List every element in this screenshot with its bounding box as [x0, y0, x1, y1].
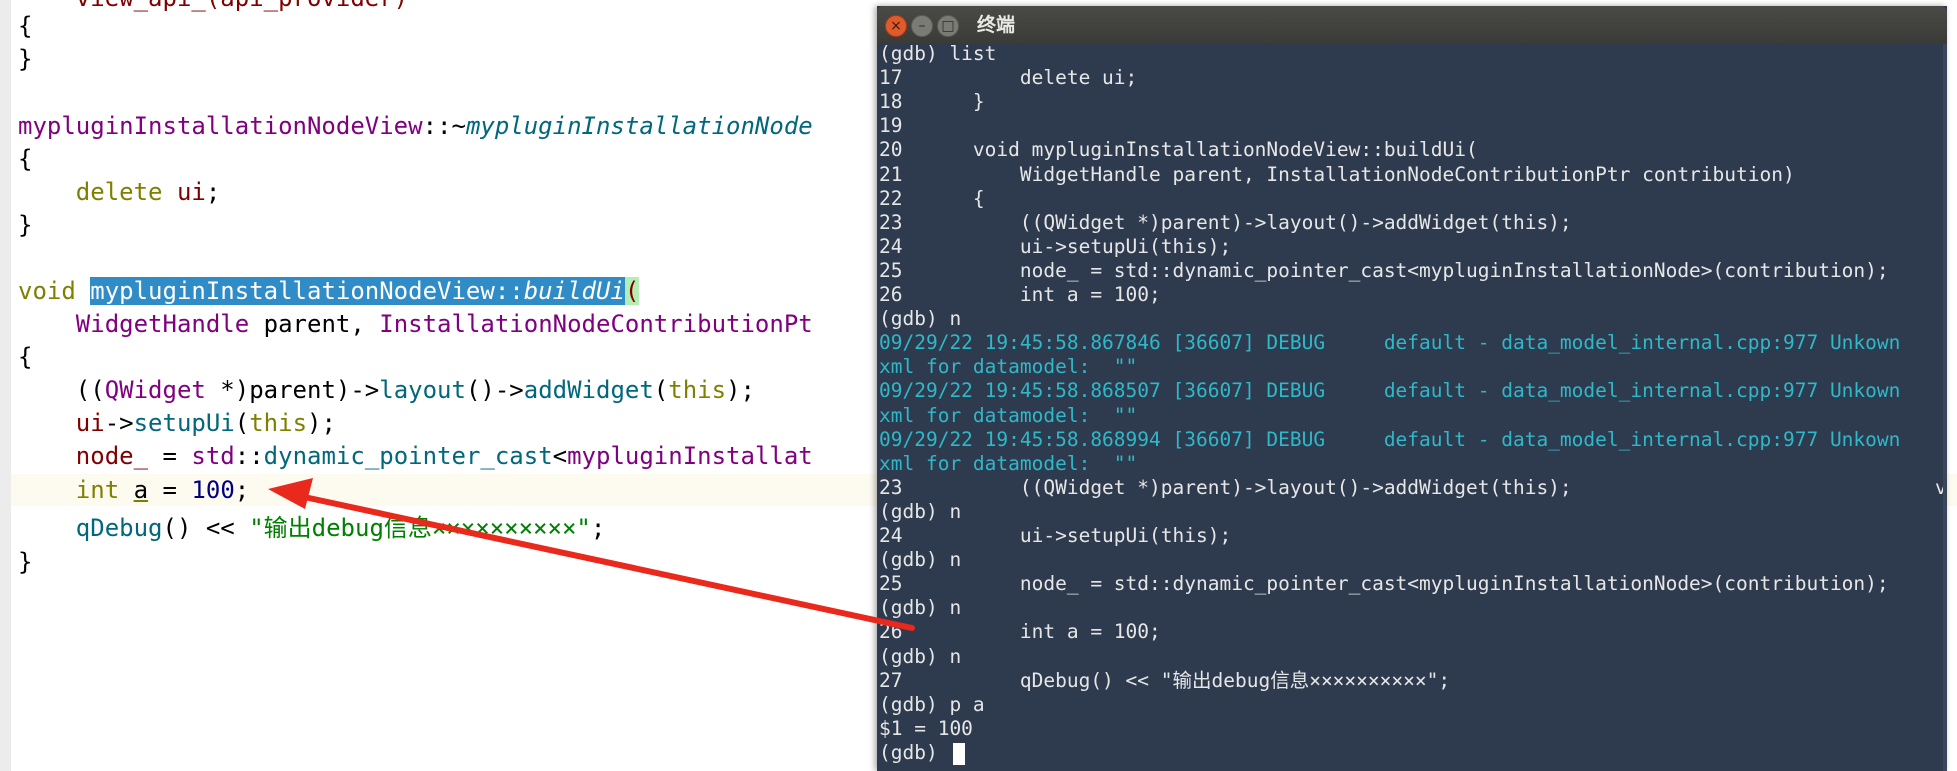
close-button[interactable]: ×	[885, 15, 907, 37]
terminal-title: 终端	[977, 14, 1016, 36]
terminal-line: 25 node_ = std::dynamic_pointer_cast<myp…	[879, 572, 1889, 595]
terminal-line: xml for datamodel: ""	[879, 355, 1138, 378]
terminal-line: (gdb) n	[879, 596, 962, 619]
terminal-scrollbar[interactable]	[1943, 44, 1947, 771]
minimize-button[interactable]: –	[911, 15, 933, 37]
terminal-line: 27 qDebug() << "输出debug信息××××××××××";	[879, 669, 1451, 692]
code-line-addwidget[interactable]: ((QWidget *)parent)->layout()->addWidget…	[18, 374, 755, 406]
minimize-icon: –	[918, 18, 926, 34]
terminal-line: xml for datamodel: ""	[879, 404, 1138, 427]
terminal-line: 24 ui->setupUi(this);	[879, 235, 1232, 258]
close-icon: ×	[890, 18, 902, 34]
terminal-line: 21 WidgetHandle parent, InstallationNode…	[879, 163, 1795, 186]
code-line-node-cast[interactable]: node_ = std::dynamic_pointer_cast<myplug…	[18, 440, 813, 472]
terminal-line: 23 ((QWidget *)parent)->layout()->addWid…	[879, 476, 1572, 499]
code-line-destructor[interactable]: mypluginInstallationNodeView::~mypluginI…	[18, 110, 813, 142]
terminal-line: (gdb) n	[879, 548, 962, 571]
selected-function-name[interactable]: buildUi	[523, 277, 625, 305]
editor-gutter	[0, 0, 11, 771]
code-line-int-a[interactable]: int a = 100;	[18, 474, 249, 506]
terminal-window[interactable]: × – □ 终端 (gdb) list 17 delete ui; 18 } 19 20…	[877, 6, 1947, 771]
terminal-line: (gdb) p a	[879, 693, 985, 716]
terminal-line: 20 void mypluginInstallationNodeView::bu…	[879, 138, 1478, 161]
terminal-titlebar[interactable]: × – □ 终端	[877, 6, 1947, 44]
terminal-line: 26 int a = 100;	[879, 283, 1161, 306]
terminal-line: 24 ui->setupUi(this);	[879, 524, 1232, 547]
terminal-line: 09/29/22 19:45:58.867846 [36607] DEBUG d…	[879, 331, 1901, 354]
terminal-line: (gdb) n	[879, 645, 962, 668]
code-line-brace-close[interactable]: }	[18, 43, 32, 75]
selected-class-name[interactable]: mypluginInstallationNodeView::	[90, 277, 524, 305]
code-line-buildui-signature[interactable]: void mypluginInstallationNodeView::build…	[18, 275, 640, 307]
terminal-line: (gdb) list	[879, 44, 997, 65]
code-line-setupui[interactable]: ui->setupUi(this);	[18, 407, 336, 439]
code-line-buildui-params[interactable]: WidgetHandle parent, InstallationNodeCon…	[18, 308, 813, 340]
maximize-icon: □	[941, 18, 955, 34]
terminal-line: $1 = 100	[879, 717, 973, 740]
terminal-line: 09/29/22 19:45:58.868994 [36607] DEBUG d…	[879, 428, 1901, 451]
code-line-delete-ui[interactable]: delete ui;	[18, 176, 221, 208]
terminal-line: (gdb) n	[879, 500, 962, 523]
terminal-line: xml for datamodel: ""	[879, 452, 1138, 475]
terminal-line: 17 delete ui;	[879, 66, 1138, 89]
terminal-line: 25 node_ = std::dynamic_pointer_cast<myp…	[879, 259, 1889, 282]
code-line-destructor-brace-open[interactable]: {	[18, 143, 32, 175]
code-line-brace-open[interactable]: {	[18, 10, 32, 42]
terminal-output[interactable]: (gdb) list 17 delete ui; 18 } 19 20 void myp…	[877, 44, 1947, 771]
terminal-line: 09/29/22 19:45:58.868507 [36607] DEBUG d…	[879, 379, 1901, 402]
terminal-cursor	[953, 743, 965, 765]
code-line-buildui-brace-open[interactable]: {	[18, 341, 32, 373]
code-line-qdebug[interactable]: qDebug() << "输出debug信息××××××××××";	[18, 512, 606, 544]
terminal-line: (gdb)	[879, 741, 950, 764]
code-line-destructor-brace-close[interactable]: }	[18, 209, 32, 241]
terminal-line: 22 {	[879, 187, 985, 210]
code-line-buildui-brace-close[interactable]: }	[18, 546, 32, 578]
terminal-line: 19	[879, 114, 903, 137]
code-line-view-api[interactable]: view_api_(api_provider)	[18, 0, 408, 14]
terminal-line: 23 ((QWidget *)parent)->layout()->addWid…	[879, 211, 1572, 234]
maximize-button[interactable]: □	[937, 15, 959, 37]
terminal-line: (gdb) n	[879, 307, 962, 330]
terminal-line: 26 int a = 100;	[879, 620, 1161, 643]
terminal-line: 18 }	[879, 90, 985, 113]
